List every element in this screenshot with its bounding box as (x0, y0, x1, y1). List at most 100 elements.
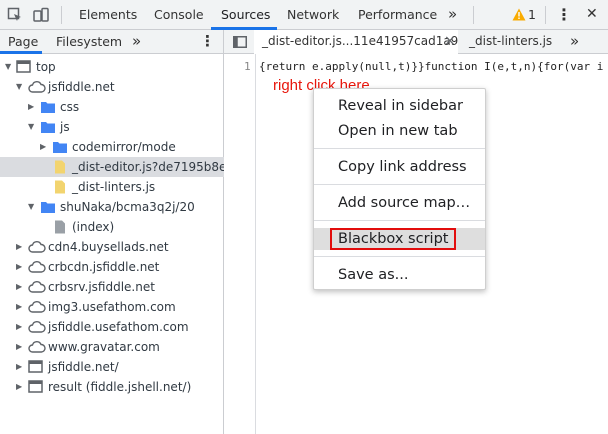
editor-tab-active[interactable]: _dist-editor.js...11e41957cad1a9 × (254, 30, 458, 54)
expanded-triangle-icon: ▼ (16, 82, 23, 91)
editor-tab-label: _dist-editor.js...11e41957cad1a9 (262, 34, 459, 48)
cloud-icon (28, 340, 46, 354)
expanded-triangle-icon: ▼ (28, 202, 35, 211)
cloud-icon (28, 320, 46, 334)
tab-performance[interactable]: Performance (358, 0, 437, 30)
toolbar-divider (545, 6, 546, 24)
tree-item-label: img3.usefathom.com (48, 300, 176, 314)
tree-item-label: (index) (72, 220, 115, 234)
tree-item-label: crbsrv.jsfiddle.net (48, 280, 155, 294)
tree-item-label: result (fiddle.jshell.net/) (48, 380, 192, 394)
close-tab-icon[interactable]: × (444, 30, 456, 53)
tree-item-label: jsfiddle.usefathom.com (48, 320, 189, 334)
line-number: 1 (244, 60, 251, 73)
tree-item-frame[interactable]: ▶ jsfiddle.net/ (0, 357, 224, 377)
toolbar-divider (473, 6, 474, 24)
more-tabs-button[interactable]: » (448, 0, 457, 30)
tree-item-file[interactable]: (index) (0, 217, 224, 237)
menu-separator (314, 184, 485, 185)
folder-icon (40, 100, 56, 114)
cloud-icon (28, 260, 46, 274)
js-file-icon (52, 180, 68, 194)
tree-item-domain[interactable]: ▶ jsfiddle.usefathom.com (0, 317, 224, 337)
tab-elements[interactable]: Elements (79, 0, 137, 30)
tree-item-domain[interactable]: ▶ crbsrv.jsfiddle.net (0, 277, 224, 297)
navigator-tabs: Page Filesystem » ⋮ (0, 30, 223, 54)
devtools-menu-button[interactable]: ⋮ (556, 0, 572, 30)
tree-item-folder[interactable]: ▼ js (0, 117, 224, 137)
collapsed-triangle-icon: ▶ (16, 382, 23, 391)
menu-item-save-as[interactable]: Save as... (314, 264, 485, 286)
js-file-icon (52, 160, 68, 174)
tree-item-file[interactable]: _dist-linters.js (0, 177, 224, 197)
frame-icon (28, 360, 44, 374)
tab-console[interactable]: Console (154, 0, 204, 30)
menu-item-reveal-in-sidebar[interactable]: Reveal in sidebar (314, 95, 485, 117)
navigator-pane: Page Filesystem » ⋮ ▼ top ▼ jsfiddle.net… (0, 30, 241, 434)
frame-icon (16, 60, 32, 74)
collapsed-triangle-icon: ▶ (28, 102, 35, 111)
tree-item-label: codemirror/mode (72, 140, 176, 154)
collapsed-triangle-icon: ▶ (16, 242, 23, 251)
navigator-menu-button[interactable]: ⋮ (200, 30, 215, 54)
navigator-more-button[interactable]: » (132, 30, 141, 54)
collapsed-triangle-icon: ▶ (16, 322, 23, 331)
collapsed-triangle-icon: ▶ (16, 362, 23, 371)
tree-item-folder[interactable]: ▶ css (0, 97, 224, 117)
tree-item-folder[interactable]: ▶ codemirror/mode (0, 137, 224, 157)
editor-tabs: _dist-editor.js...11e41957cad1a9 × _dist… (224, 30, 608, 54)
close-devtools-button[interactable]: ✕ (586, 0, 598, 30)
cloud-icon (28, 300, 46, 314)
code-line[interactable]: {return e.apply(null,t)}}function I(e,t,… (259, 60, 603, 73)
active-subtab-indicator (0, 51, 42, 54)
tree-item-label: www.gravatar.com (48, 340, 160, 354)
expanded-triangle-icon: ▼ (28, 122, 35, 131)
tab-filesystem[interactable]: Filesystem (56, 30, 122, 54)
editor-tab[interactable]: _dist-linters.js (469, 30, 552, 54)
tree-item-domain[interactable]: ▼ jsfiddle.net (0, 77, 224, 97)
tree-item-top[interactable]: ▼ top (0, 57, 224, 77)
tree-item-domain[interactable]: ▶ crbcdn.jsfiddle.net (0, 257, 224, 277)
folder-icon (40, 120, 56, 134)
line-gutter: 1 (224, 54, 256, 434)
cloud-icon (28, 80, 46, 94)
tree-item-label: crbcdn.jsfiddle.net (48, 260, 160, 274)
editor-more-tabs-button[interactable]: » (570, 30, 579, 54)
tree-item-label: cdn4.buysellads.net (48, 240, 169, 254)
collapsed-triangle-icon: ▶ (16, 342, 23, 351)
collapsed-triangle-icon: ▶ (40, 142, 47, 151)
tree-item-frame[interactable]: ▶ result (fiddle.jshell.net/) (0, 377, 224, 397)
collapsed-triangle-icon: ▶ (16, 282, 23, 291)
tree-item-label: css (60, 100, 80, 114)
tree-item-label: jsfiddle.net (48, 80, 115, 94)
collapsed-triangle-icon: ▶ (16, 262, 23, 271)
tab-network[interactable]: Network (287, 0, 339, 30)
frame-icon (28, 380, 44, 394)
tree-item-domain[interactable]: ▶ www.gravatar.com (0, 337, 224, 357)
warning-icon[interactable] (512, 8, 528, 24)
tree-item-domain[interactable]: ▶ img3.usefathom.com (0, 297, 224, 317)
menu-separator (314, 220, 485, 221)
toggle-navigator-icon[interactable] (230, 30, 252, 54)
tree-item-label: js (60, 120, 70, 134)
cloud-icon (28, 240, 46, 254)
toolbar-divider (61, 6, 62, 24)
document-file-icon (52, 220, 68, 234)
menu-item-add-source-map[interactable]: Add source map… (314, 192, 485, 214)
tree-item-domain[interactable]: ▶ cdn4.buysellads.net (0, 237, 224, 257)
tree-item-folder[interactable]: ▼ shuNaka/bcma3q2j/20 (0, 197, 224, 217)
menu-item-open-in-new-tab[interactable]: Open in new tab (314, 120, 485, 142)
menu-separator (314, 148, 485, 149)
tree-item-label: _dist-linters.js (72, 180, 156, 194)
warning-count[interactable]: 1 (528, 0, 536, 29)
expanded-triangle-icon: ▼ (5, 62, 12, 71)
tree-item-file-selected[interactable]: _dist-editor.js?de7195b8e6c (0, 157, 241, 177)
tab-sources[interactable]: Sources (221, 0, 270, 30)
cloud-icon (28, 280, 46, 294)
context-menu: Reveal in sidebar Open in new tab Copy l… (313, 88, 486, 290)
device-toolbar-icon[interactable] (33, 7, 49, 23)
menu-item-copy-link-address[interactable]: Copy link address (314, 156, 485, 178)
folder-icon (40, 200, 56, 214)
inspect-element-icon[interactable] (7, 7, 23, 23)
folder-icon (52, 140, 68, 154)
